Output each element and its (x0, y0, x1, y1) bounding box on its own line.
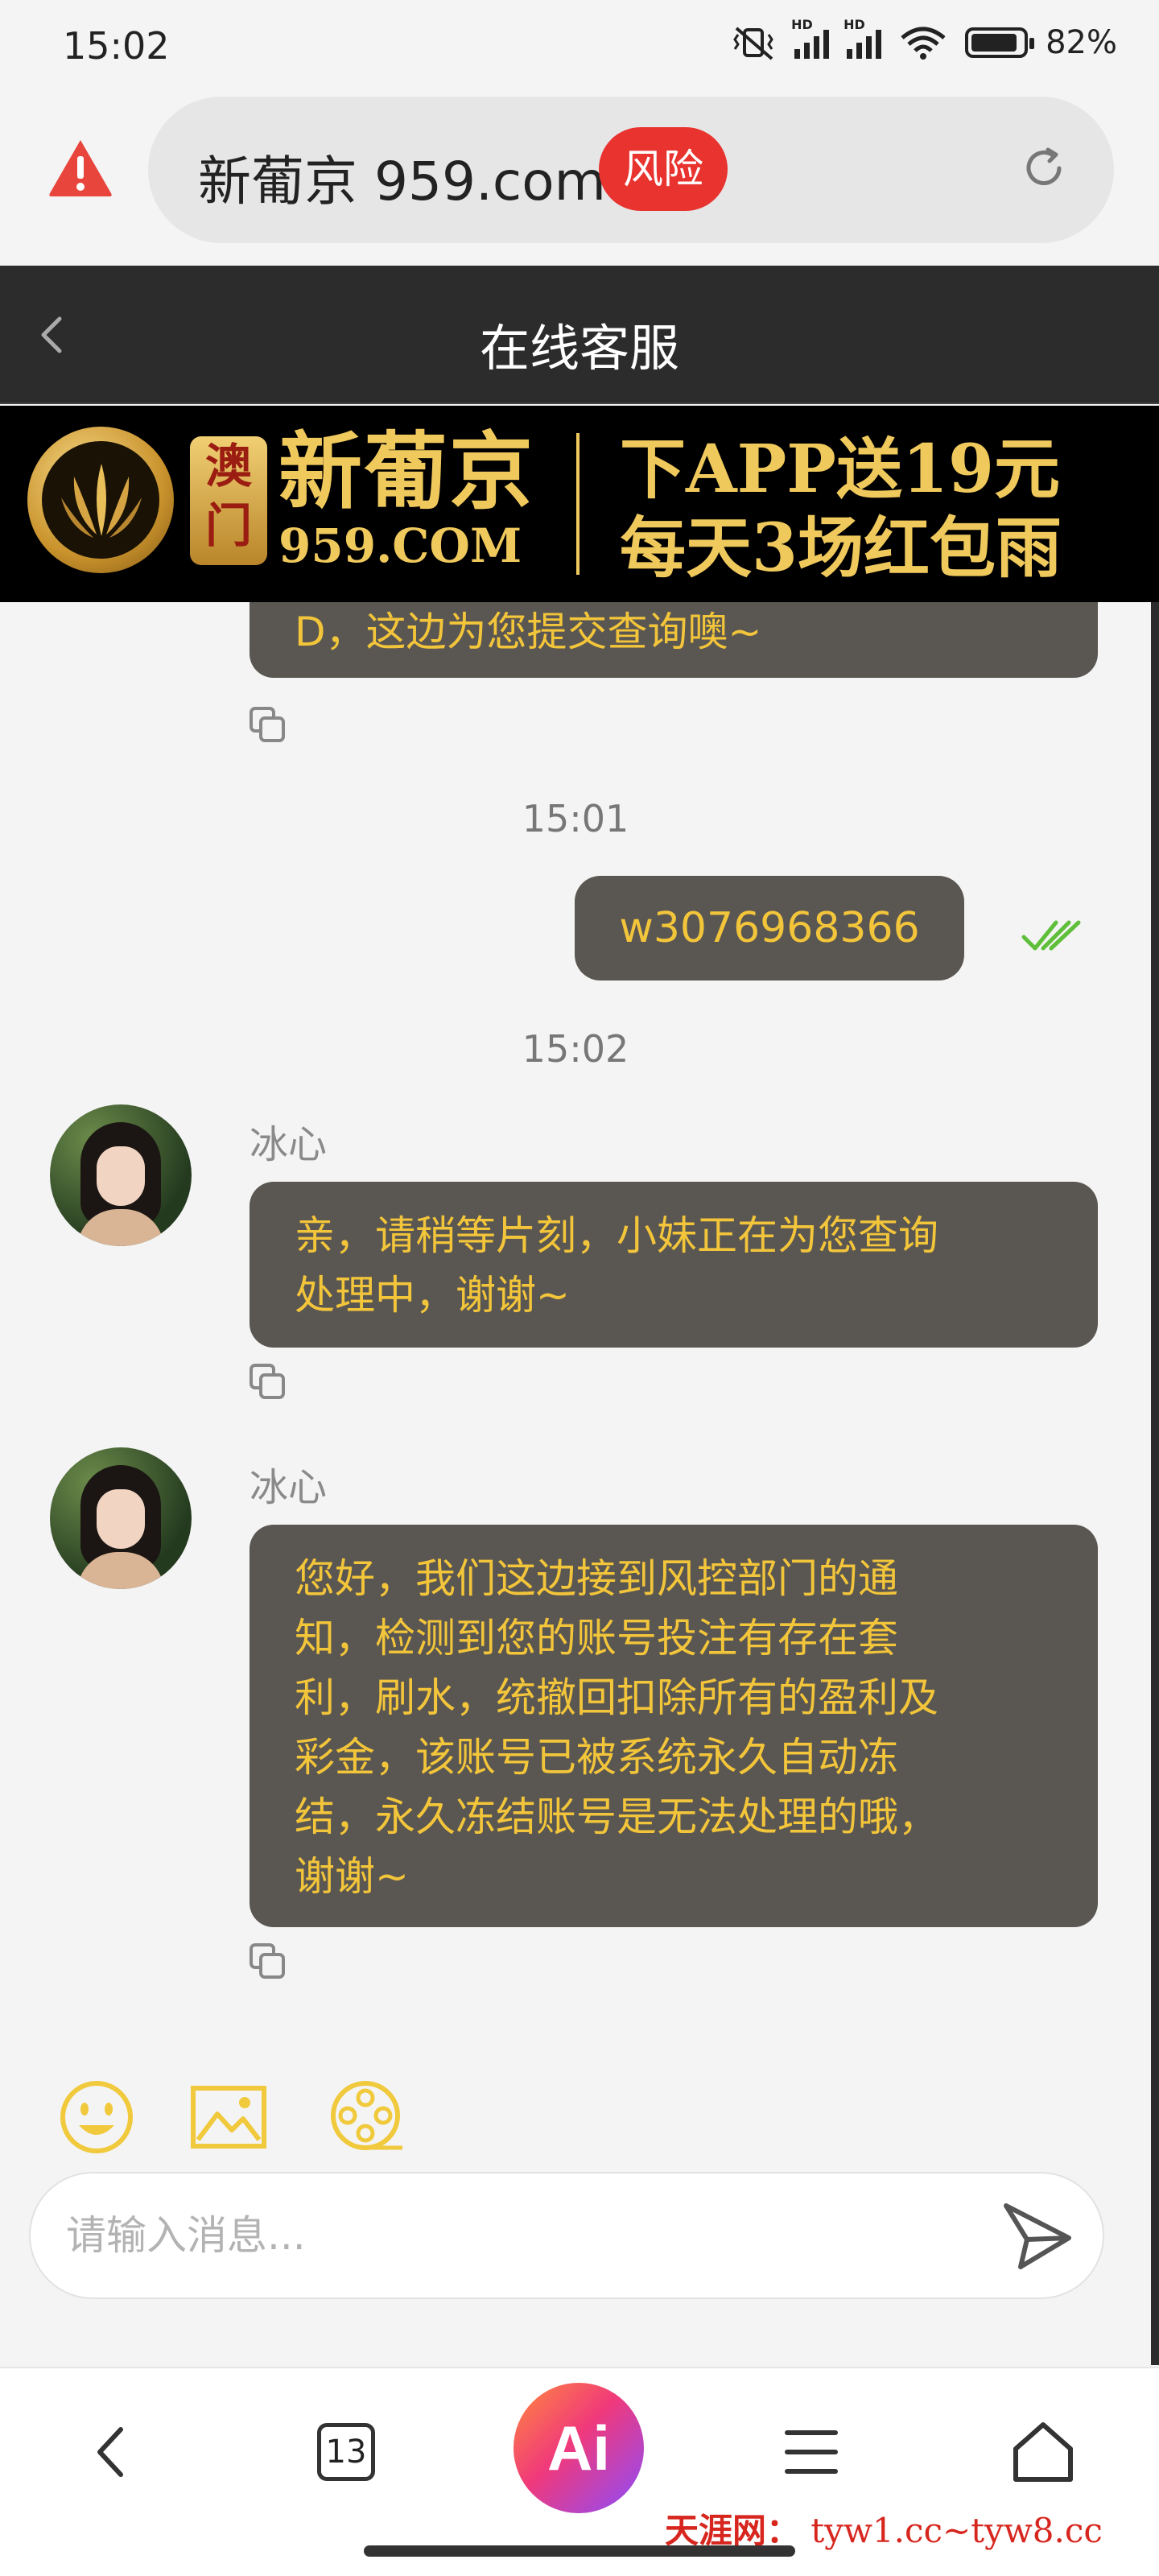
agent-message-bubble: 亲，请稍等片刻，小妹正在为您查询 处理中，谢谢~ (250, 1182, 1098, 1348)
battery-percent: 82% (1046, 24, 1117, 61)
vibrate-off-icon (733, 27, 773, 60)
message-line: 利，刷水，统撤回扣除所有的盈利及 (295, 1674, 938, 1721)
status-icons: HD HD 82% (732, 17, 1117, 61)
battery-icon (965, 27, 1035, 58)
reload-icon[interactable] (1019, 143, 1069, 193)
tabs-button[interactable]: 13 (307, 2413, 385, 2491)
message-line: 结，永久冻结账号是无法处理的哦， (295, 1794, 938, 1840)
status-time: 15:02 (63, 24, 170, 68)
home-icon[interactable] (1004, 2413, 1082, 2491)
copy-icon[interactable] (248, 705, 288, 745)
agent-message-bubble: 您好，我们这边接到风控部门的通 知，检测到您的账号投注有存在套 利，刷水，统撤回… (250, 1525, 1098, 1927)
message-line: 您好，我们这边接到风控部门的通 (295, 1555, 898, 1602)
browser-bottom-nav: 13 Ai 天涯网： tyw1.cc~tyw8.cc (0, 2367, 1159, 2576)
status-bar: 15:02 HD HD 82% (0, 0, 1159, 95)
user-message-bubble: w3076968366 (575, 876, 964, 980)
risk-badge: 风险 (599, 127, 728, 211)
message-bubble-partial: D，这边为您提交查询噢~ (250, 602, 1098, 678)
url-bar[interactable]: 新葡京 959.com 风险 (148, 97, 1114, 243)
message-line: 知，检测到您的账号投注有存在套 (295, 1615, 898, 1662)
send-icon[interactable] (998, 2198, 1075, 2275)
signal-1-icon: HD (791, 17, 830, 59)
url-text[interactable]: 新葡京 959.com (198, 138, 606, 216)
macau-tag: 澳门 (190, 436, 267, 565)
banner-promo: 下APP送19元 每天3场红包雨 (620, 430, 1062, 588)
banner-brand-name: 新葡京 (278, 422, 535, 521)
emoji-icon[interactable] (56, 2077, 137, 2157)
home-indicator[interactable] (364, 2545, 795, 2557)
banner-promo-line-2: 每天3场红包雨 (620, 510, 1062, 587)
menu-icon[interactable] (773, 2413, 850, 2491)
image-icon[interactable] (188, 2077, 269, 2157)
message-line: 谢谢~ (295, 1853, 409, 1900)
ai-button[interactable]: Ai (514, 2383, 644, 2513)
banner-promo-line-1: 下APP送19元 (620, 431, 1061, 508)
chat-header: 在线客服 (0, 266, 1159, 404)
copy-icon[interactable] (248, 1942, 288, 1982)
message-line: 处理中，谢谢~ (295, 1272, 570, 1319)
signal-2-icon: HD (843, 17, 882, 59)
lotus-icon (61, 464, 142, 538)
back-icon[interactable] (74, 2413, 151, 2491)
banner-divider (576, 433, 580, 575)
warning-icon[interactable] (47, 137, 114, 198)
banner-brand-domain: 959.COM (278, 518, 522, 573)
message-text: D，这边为您提交查询噢~ (295, 609, 762, 655)
timestamp: 15:02 (522, 1027, 629, 1071)
composer-toolbar (0, 2035, 1151, 2365)
read-check-icon (1021, 920, 1081, 951)
avatar[interactable] (50, 1104, 192, 1246)
promo-banner[interactable]: 澳门 新葡京 959.COM 下APP送19元 每天3场红包雨 (0, 406, 1159, 602)
avatar[interactable] (50, 1447, 192, 1589)
address-row: 新葡京 959.com 风险 (0, 95, 1159, 266)
banner-brand: 新葡京 959.COM (278, 422, 535, 574)
sender-name: 冰心 (250, 1122, 328, 1167)
sender-name: 冰心 (250, 1465, 328, 1510)
message-line: 亲，请稍等片刻，小妹正在为您查询 (295, 1212, 938, 1259)
chat-area[interactable]: D，这边为您提交查询噢~ 15:01 w3076968366 15:02 冰心 … (0, 602, 1151, 2035)
message-input[interactable] (66, 2174, 951, 2297)
message-line: 彩金，该账号已被系统永久自动冻 (295, 1734, 898, 1781)
wifi-icon (901, 27, 946, 60)
watermark-name: 天涯网： (665, 2511, 801, 2550)
watermark-url: tyw1.cc~tyw8.cc (810, 2511, 1103, 2550)
tab-count: 13 (317, 2423, 375, 2481)
chat-edge (1151, 602, 1159, 2365)
message-input-box[interactable] (29, 2172, 1104, 2299)
page-title: 在线客服 (479, 319, 679, 378)
copy-icon[interactable] (248, 1362, 288, 1402)
timestamp: 15:01 (522, 797, 629, 840)
video-reel-icon[interactable] (325, 2077, 406, 2157)
